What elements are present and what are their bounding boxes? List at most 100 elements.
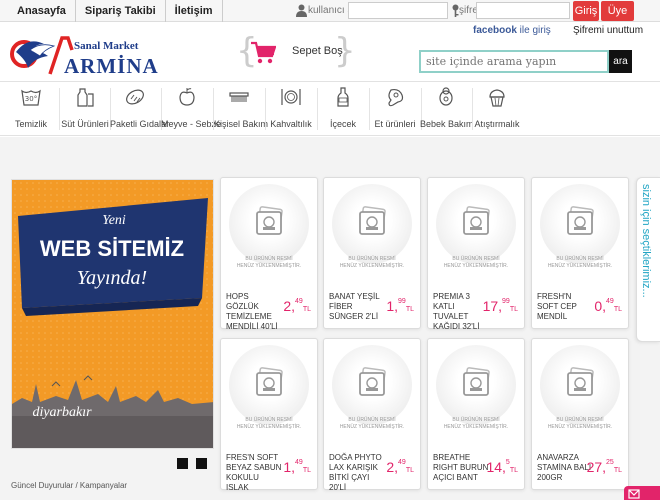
cupcake-icon xyxy=(489,89,505,107)
cart-widget[interactable]: { Sepet Boş } xyxy=(236,32,356,74)
forgot-password-link[interactable]: Şifremi unuttum xyxy=(573,25,643,36)
price-decimal: 49 xyxy=(295,298,303,305)
price-decimal: 99 xyxy=(502,298,510,305)
product-card[interactable]: BU ÜRÜNÜN RESMİ HENÜZ YÜKLENMEMİŞTİR. HOP… xyxy=(220,177,318,331)
promo-banner[interactable]: Yeni WEB SİTEMİZ Yayında! diyarbakır xyxy=(11,179,214,449)
placeholder-text: BU ÜRÜNÜN RESMİ HENÜZ YÜKLENMEMİŞTİR. xyxy=(233,417,305,431)
placeholder-line: HENÜZ YÜKLENMEMİŞTİR. xyxy=(339,263,405,269)
category-snacks[interactable]: Atıştırmalık xyxy=(472,82,522,137)
placeholder-line: HENÜZ YÜKLENMEMİŞTİR. xyxy=(443,263,509,269)
category-label: İçecek xyxy=(329,119,356,129)
user-icon xyxy=(296,4,307,17)
comb-icon xyxy=(229,92,249,102)
image-placeholder-icon xyxy=(256,206,283,235)
category-label: Kahvaltılık xyxy=(270,119,312,129)
placeholder-line: BU ÜRÜNÜN RESMİ xyxy=(556,256,604,262)
side-tab-label: sizin için seçtiklerimiz... xyxy=(640,184,652,298)
category-cleaning[interactable]: 30° Temizlik xyxy=(6,82,56,137)
placeholder-line: HENÜZ YÜKLENMEMİŞTİR. xyxy=(547,263,613,269)
banner-slide-dot[interactable] xyxy=(196,458,207,469)
right-brace: } xyxy=(334,31,356,71)
login-button[interactable]: Giriş xyxy=(573,1,599,21)
product-price: 17,99TL xyxy=(483,298,518,314)
pacifier-icon xyxy=(439,87,453,106)
category-baby-care[interactable]: Bebek Bakım xyxy=(420,82,474,137)
banner-city: diyarbakır xyxy=(32,405,92,420)
product-card[interactable]: BU ÜRÜNÜN RESMİ HENÜZ YÜKLENMEMİŞTİR. FRE… xyxy=(531,177,629,329)
meat-icon xyxy=(388,88,404,107)
price-integer: 1, xyxy=(283,459,296,475)
search-input[interactable] xyxy=(419,50,609,73)
product-card[interactable]: BU ÜRÜNÜN RESMİ HENÜZ YÜKLENMEMİŞTİR. DOĞ… xyxy=(323,338,421,492)
support-chat-button[interactable] xyxy=(624,486,660,500)
search-button[interactable]: ara xyxy=(609,50,632,73)
price-integer: 27, xyxy=(586,459,607,475)
product-card[interactable]: BU ÜRÜNÜN RESMİ HENÜZ YÜKLENMEMİŞTİR. ANA… xyxy=(531,338,629,490)
svg-text:30°: 30° xyxy=(25,95,37,103)
product-price: 1,99TL xyxy=(386,298,414,314)
product-card[interactable]: BU ÜRÜNÜN RESMİ HENÜZ YÜKLENMEMİŞTİR. FRE… xyxy=(220,338,318,492)
placeholder-line: HENÜZ YÜKLENMEMİŞTİR. xyxy=(236,424,302,430)
top-nav: Anasayfa Sipariş Takibi İletişim xyxy=(8,0,223,22)
image-placeholder-icon xyxy=(359,206,386,235)
placeholder-line: BU ÜRÜNÜN RESMİ xyxy=(452,256,500,262)
price-decimal: 99 xyxy=(398,298,406,305)
recommended-side-tab[interactable]: sizin için seçtiklerimiz... xyxy=(636,177,660,342)
category-label: Bebek Bakım xyxy=(420,119,474,129)
facebook-login-link[interactable]: facebook ile giriş xyxy=(473,25,551,36)
price-decimal: 49 xyxy=(606,298,614,305)
price-integer: 2, xyxy=(283,298,296,314)
nav-link-home[interactable]: Anasayfa xyxy=(8,0,76,22)
category-beverages[interactable]: İçecek xyxy=(318,82,368,137)
category-meat[interactable]: Et ürünleri xyxy=(370,82,420,137)
product-name: PREMIA 3 KATLI TUVALET KAĞIDI 32'Lİ xyxy=(433,292,480,331)
category-dairy[interactable]: Süt Ürünleri xyxy=(60,82,110,137)
price-integer: 1, xyxy=(386,298,399,314)
price-currency: TL xyxy=(509,467,518,474)
placeholder-line: BU ÜRÜNÜN RESMİ xyxy=(348,417,396,423)
placeholder-text: BU ÜRÜNÜN RESMİ HENÜZ YÜKLENMEMİŞTİR. xyxy=(233,256,305,270)
product-name: HOPS GÖZLÜK TEMİZLEME MENDİLİ 40'Lİ xyxy=(226,292,278,331)
category-breakfast[interactable]: Kahvaltılık xyxy=(266,82,316,137)
category-packaged-foods[interactable]: Paketli Gıdalar xyxy=(110,82,169,137)
envelope-icon xyxy=(628,489,640,499)
logo-subtitle: Sanal Market xyxy=(74,40,139,52)
product-name: BANAT YEŞİL FİBER SÜNGER 2'Lİ xyxy=(329,292,380,321)
product-card[interactable]: BU ÜRÜNÜN RESMİ HENÜZ YÜKLENMEMİŞTİR. PRE… xyxy=(427,177,525,331)
username-input[interactable] xyxy=(348,2,448,19)
price-currency: TL xyxy=(613,467,622,474)
category-fruit-vegetables[interactable]: Meyve - Sebze xyxy=(161,82,221,137)
placeholder-line: HENÜZ YÜKLENMEMİŞTİR. xyxy=(236,263,302,269)
placeholder-text: BU ÜRÜNÜN RESMİ HENÜZ YÜKLENMEMİŞTİR. xyxy=(336,417,408,431)
facebook-login-suffix: ile giriş xyxy=(516,25,551,36)
banner-line-1: Yeni xyxy=(102,213,126,228)
facebook-brand: facebook xyxy=(473,25,517,36)
category-personal-care[interactable]: Kişisel Bakım xyxy=(214,82,269,137)
category-bar: 30° Temizlik Süt Ürünleri Paketli Gıdala… xyxy=(0,81,660,136)
product-price: 0,49TL xyxy=(594,298,622,314)
placeholder-line: HENÜZ YÜKLENMEMİŞTİR. xyxy=(547,424,613,430)
image-placeholder-icon xyxy=(463,367,490,396)
nav-link-contact[interactable]: İletişim xyxy=(166,0,223,22)
nav-link-order-tracking[interactable]: Sipariş Takibi xyxy=(76,0,166,22)
placeholder-text: BU ÜRÜNÜN RESMİ HENÜZ YÜKLENMEMİŞTİR. xyxy=(544,256,616,270)
banner-caption: Güncel Duyurular / Kampanyalar xyxy=(11,481,128,490)
product-card[interactable]: BU ÜRÜNÜN RESMİ HENÜZ YÜKLENMEMİŞTİR. BAN… xyxy=(323,177,421,329)
category-label: Kişisel Bakım xyxy=(214,119,269,129)
register-button[interactable]: Üye Ol xyxy=(601,1,634,37)
password-input[interactable] xyxy=(476,2,570,19)
category-label: Atıştırmalık xyxy=(474,119,520,129)
placeholder-line: BU ÜRÜNÜN RESMİ xyxy=(245,417,293,423)
logo-name: ARMİNA xyxy=(64,54,159,78)
category-label: Süt Ürünleri xyxy=(61,119,109,129)
price-currency: TL xyxy=(613,306,622,313)
banner-slide-dot[interactable] xyxy=(177,458,188,469)
placeholder-line: BU ÜRÜNÜN RESMİ xyxy=(348,256,396,262)
product-card[interactable]: BU ÜRÜNÜN RESMİ HENÜZ YÜKLENMEMİŞTİR. BRE… xyxy=(427,338,525,490)
product-name: ANAVARZA STAMİNA BALI 200GR xyxy=(537,453,592,482)
price-decimal: 5 xyxy=(505,459,510,466)
top-bar: Anasayfa Sipariş Takibi İletişim kullanı… xyxy=(0,0,660,37)
plate-icon xyxy=(281,89,301,105)
price-integer: 14, xyxy=(486,459,506,475)
product-image-placeholder: BU ÜRÜNÜN RESMİ HENÜZ YÜKLENMEMİŞTİR. xyxy=(540,345,620,430)
